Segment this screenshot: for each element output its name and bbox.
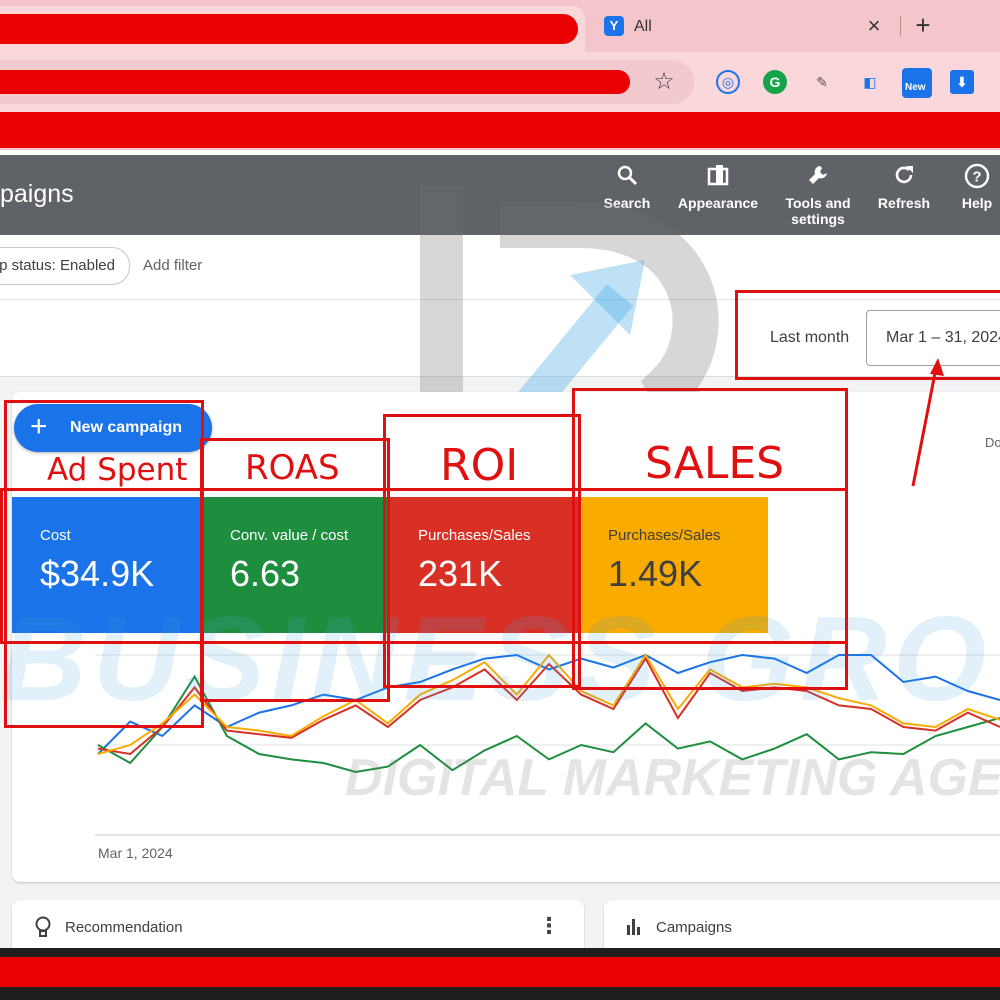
tab-favicon-icon: Y bbox=[604, 16, 624, 36]
header-tools-button[interactable]: Tools and settings bbox=[780, 163, 856, 227]
annotation-box-metrics-row bbox=[0, 488, 848, 644]
download-extension-icon[interactable]: ⬇ bbox=[950, 70, 974, 94]
x-axis-tick-label: Mar 1, 2024 bbox=[98, 845, 173, 861]
header-tools-label: Tools and settings bbox=[785, 195, 851, 227]
more-options-icon[interactable]: ⋮ bbox=[538, 913, 560, 939]
redacted-url bbox=[0, 70, 630, 94]
annotation-roi: ROI bbox=[440, 440, 519, 491]
annotation-arrow-icon bbox=[911, 358, 944, 487]
add-filter-button[interactable]: Add filter bbox=[143, 257, 202, 274]
bookmark-star-icon[interactable]: ☆ bbox=[650, 68, 678, 96]
header-help-label: Help bbox=[961, 195, 993, 211]
redacted-taskbar bbox=[0, 957, 1000, 987]
header-help-button[interactable]: ? Help bbox=[956, 163, 998, 211]
wrench-icon bbox=[780, 163, 856, 189]
recommendation-title: Recommendation bbox=[65, 919, 183, 936]
new-tab-button[interactable]: + bbox=[910, 12, 936, 38]
header-refresh-button[interactable]: Refresh bbox=[872, 163, 936, 211]
tab-close-button[interactable]: × bbox=[862, 14, 886, 38]
bar-chart-icon bbox=[626, 917, 644, 940]
page-title: paigns bbox=[0, 180, 74, 208]
help-icon: ? bbox=[956, 163, 998, 189]
lightbulb-icon bbox=[34, 916, 52, 946]
campaigns-title: Campaigns bbox=[656, 919, 732, 936]
sidebar-extension-icon[interactable]: ◧ bbox=[858, 70, 882, 94]
svg-text:?: ? bbox=[972, 169, 981, 186]
tab-title: All bbox=[634, 18, 652, 35]
annotation-sales: SALES bbox=[645, 438, 785, 489]
annotation-roas: ROAS bbox=[245, 448, 340, 488]
new-extension-icon[interactable]: New bbox=[902, 68, 932, 98]
circle-extension-icon[interactable]: ◎ bbox=[716, 70, 740, 94]
new-badge: New bbox=[905, 82, 926, 93]
grammarly-icon[interactable]: G bbox=[763, 70, 787, 94]
refresh-icon bbox=[872, 163, 936, 189]
watermark-subtext: DIGITAL MARKETING AGENCY bbox=[345, 749, 1000, 807]
redacted-tab-title bbox=[0, 14, 578, 44]
tab-divider bbox=[900, 16, 901, 36]
annotation-ad-spent: Ad Spent bbox=[47, 452, 188, 488]
redacted-bookmarks-bar bbox=[0, 112, 1000, 148]
status-filter-label: p status: Enabled bbox=[0, 257, 115, 274]
header-refresh-label: Refresh bbox=[877, 195, 931, 211]
tab-all[interactable]: Y All bbox=[594, 10, 894, 44]
download-label[interactable]: Do bbox=[985, 435, 1000, 450]
annotation-box-date-range bbox=[735, 290, 1000, 380]
pencil-extension-icon[interactable]: ✎ bbox=[810, 70, 834, 94]
status-filter-chip[interactable]: p status: Enabled bbox=[0, 247, 130, 285]
